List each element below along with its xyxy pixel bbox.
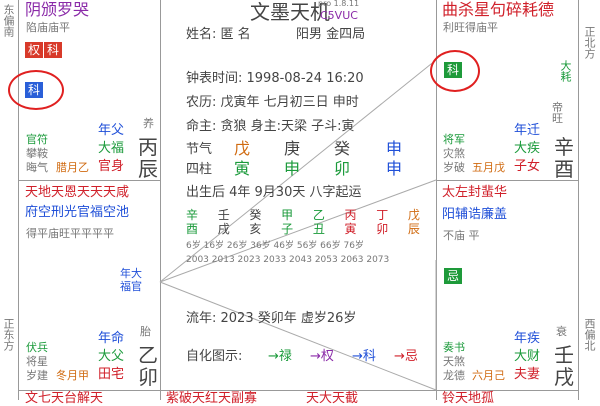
dayun-stems: 辛酉 壬戌 癸亥 甲子 乙丑 丙寅 丁卯 戊辰 — [186, 208, 422, 236]
br-yun1: 年疾 — [514, 331, 541, 346]
tl-shen3: 晦气 — [26, 161, 48, 174]
bl-yun2: 大父 — [98, 349, 125, 364]
chart-gender: 阳男 金四局 — [296, 27, 366, 42]
bottom-strip-mid1: 紫破天红天副寡 — [166, 391, 258, 406]
br-palace: 夫妻 — [514, 367, 541, 382]
bl-shen2: 将星 — [26, 355, 48, 368]
sizhu-1: 申 — [284, 159, 301, 178]
chart-clock: 钟表时间: 1998-08-24 16:20 — [186, 71, 364, 86]
jieqi-1: 庚 — [284, 139, 301, 158]
r2-badge-ji: 忌 — [444, 268, 462, 284]
zihua-ke: →科 — [352, 349, 376, 364]
br-flow: 六月己 — [472, 369, 505, 382]
tl-yun2: 大福 — [98, 141, 125, 156]
connection-lines — [159, 59, 437, 391]
zihua-ji: →忌 — [394, 349, 418, 364]
app-sub: C5VUC — [320, 9, 358, 22]
tr-shen3: 岁破 — [443, 161, 465, 174]
bl-palace: 田宅 — [98, 367, 125, 382]
tr-yun2: 大疾 — [514, 141, 541, 156]
dayun-years: 2003 2013 2023 2033 2043 2053 2063 2073 — [186, 255, 390, 265]
app-version: pro 1.8.11 — [318, 0, 360, 8]
dayun-stem-7: 戊辰 — [407, 208, 420, 236]
br-shen3: 龙德 — [443, 369, 465, 382]
jieqi-3: 申 — [386, 139, 403, 158]
bottom-strip-right: 铃天地孤 — [442, 391, 495, 406]
bl-yun1: 年命 — [98, 331, 125, 346]
tl-flow: 腊月乙 — [56, 161, 89, 174]
chart-liunian: 流年: 2023 癸卯年 虚岁26岁 — [186, 311, 357, 326]
br-ganzhi: 壬戌 — [554, 343, 574, 389]
br-yun2: 大财 — [514, 349, 541, 364]
tr-shen2: 灾煞 — [443, 147, 465, 160]
bl-flow: 冬月甲 — [56, 369, 89, 382]
tl-stars: 阴颁罗哭 — [25, 0, 90, 19]
bottom-strip-left: 文七天台解天 — [25, 391, 104, 406]
tl-ganzhi: 丙辰 — [138, 135, 158, 181]
bl-shen3: 岁建 — [26, 369, 48, 382]
br-shen1: 奏书 — [443, 341, 465, 354]
side-label-bottom-left: 正东方 — [2, 318, 15, 351]
dayun-stem-2: 癸亥 — [249, 208, 262, 236]
side-label-top-left: 东偏南 — [2, 4, 15, 37]
sizhu-0: 寅 — [234, 159, 251, 178]
r2-stars-top: 太左封蜚华 — [442, 185, 508, 200]
tr-brightness: 利旺得庙平 — [443, 21, 498, 34]
tr-changsheng: 帝旺 — [552, 101, 563, 125]
dayun-stem-6: 丁卯 — [376, 208, 389, 236]
tl-palace: 官身 — [98, 159, 125, 174]
jieqi-label: 节气 — [186, 142, 213, 157]
tr-shen1: 将军 — [443, 133, 465, 146]
tl-brightness: 陷庙庙平 — [26, 21, 70, 34]
tr-flow: 五月戊 — [472, 161, 505, 174]
tr-palace: 子女 — [514, 159, 541, 174]
tl-highlight-circle — [8, 70, 64, 110]
chart-lunar: 农历: 戊寅年 七月初三日 申时 — [186, 95, 359, 110]
tl-badge-quan: 权 — [25, 42, 43, 58]
zihua-lu: →禄 — [268, 349, 292, 364]
dayun-stem-3: 甲子 — [281, 208, 294, 236]
jieqi-0: 戊 — [234, 139, 251, 158]
sizhu-2: 卯 — [334, 159, 351, 178]
side-label-top-right: 正北方 — [583, 26, 596, 59]
dayun-stem-4: 乙丑 — [312, 208, 325, 236]
r2-stars-bot: 阳辅诰廉盖 — [442, 207, 508, 222]
side-label-bottom-right: 西偏北 — [583, 318, 596, 351]
tl-shen2: 攀鞍 — [26, 147, 48, 160]
bl-changsheng: 胎 — [140, 325, 151, 338]
dayun-stem-0: 辛酉 — [186, 208, 199, 236]
l2-brightness: 得平庙旺平平平平 — [26, 227, 114, 240]
bottom-strip-mid2: 天大天截 — [306, 391, 359, 406]
chart-qiyun: 出生后 4年 9月30天 八字起运 — [186, 185, 362, 200]
tr-yun1: 年迁 — [514, 123, 541, 138]
tr-highlight-circle — [430, 50, 480, 92]
zihua-quan: →权 — [310, 349, 334, 364]
l2-stars-top: 天地天恩天天天咸 — [25, 185, 130, 200]
left-mid-tag-a: 年大 — [120, 267, 142, 280]
chart-ming: 命主: 贪狼 身主:天梁 子斗:寅 — [186, 119, 355, 134]
l2-stars-bot: 府空刑光官福空池 — [25, 205, 130, 220]
dayun-stem-5: 丙寅 — [344, 208, 357, 236]
tl-changsheng: 养 — [143, 117, 154, 130]
tr-stars: 曲杀星句碎耗德 — [442, 0, 555, 19]
r2-brightness: 不庙 平 — [443, 229, 480, 242]
dayun-ages: 6岁 16岁 26岁 36岁 46岁 56岁 66岁 76岁 — [186, 241, 364, 251]
tr-big: 大耗 — [559, 60, 572, 82]
left-mid-tag-b: 福官 — [120, 280, 142, 293]
br-shen2: 天煞 — [443, 355, 465, 368]
bl-shen1: 伏兵 — [26, 341, 48, 354]
chart-name: 姓名: 匿 名 — [186, 27, 251, 42]
tl-badge-ke: 科 — [44, 42, 62, 58]
jieqi-2: 癸 — [334, 139, 351, 158]
tl-yun1: 年父 — [98, 123, 125, 138]
sizhu-label: 四柱 — [186, 162, 213, 177]
tl-shen1: 官符 — [26, 133, 48, 146]
sizhu-3: 申 — [386, 159, 403, 178]
bl-ganzhi: 乙卯 — [138, 343, 158, 389]
tr-ganzhi: 辛酉 — [554, 135, 574, 181]
zihua-label: 自化图示: — [186, 349, 243, 364]
dayun-stem-1: 壬戌 — [217, 208, 230, 236]
br-changsheng: 衰 — [556, 325, 567, 338]
